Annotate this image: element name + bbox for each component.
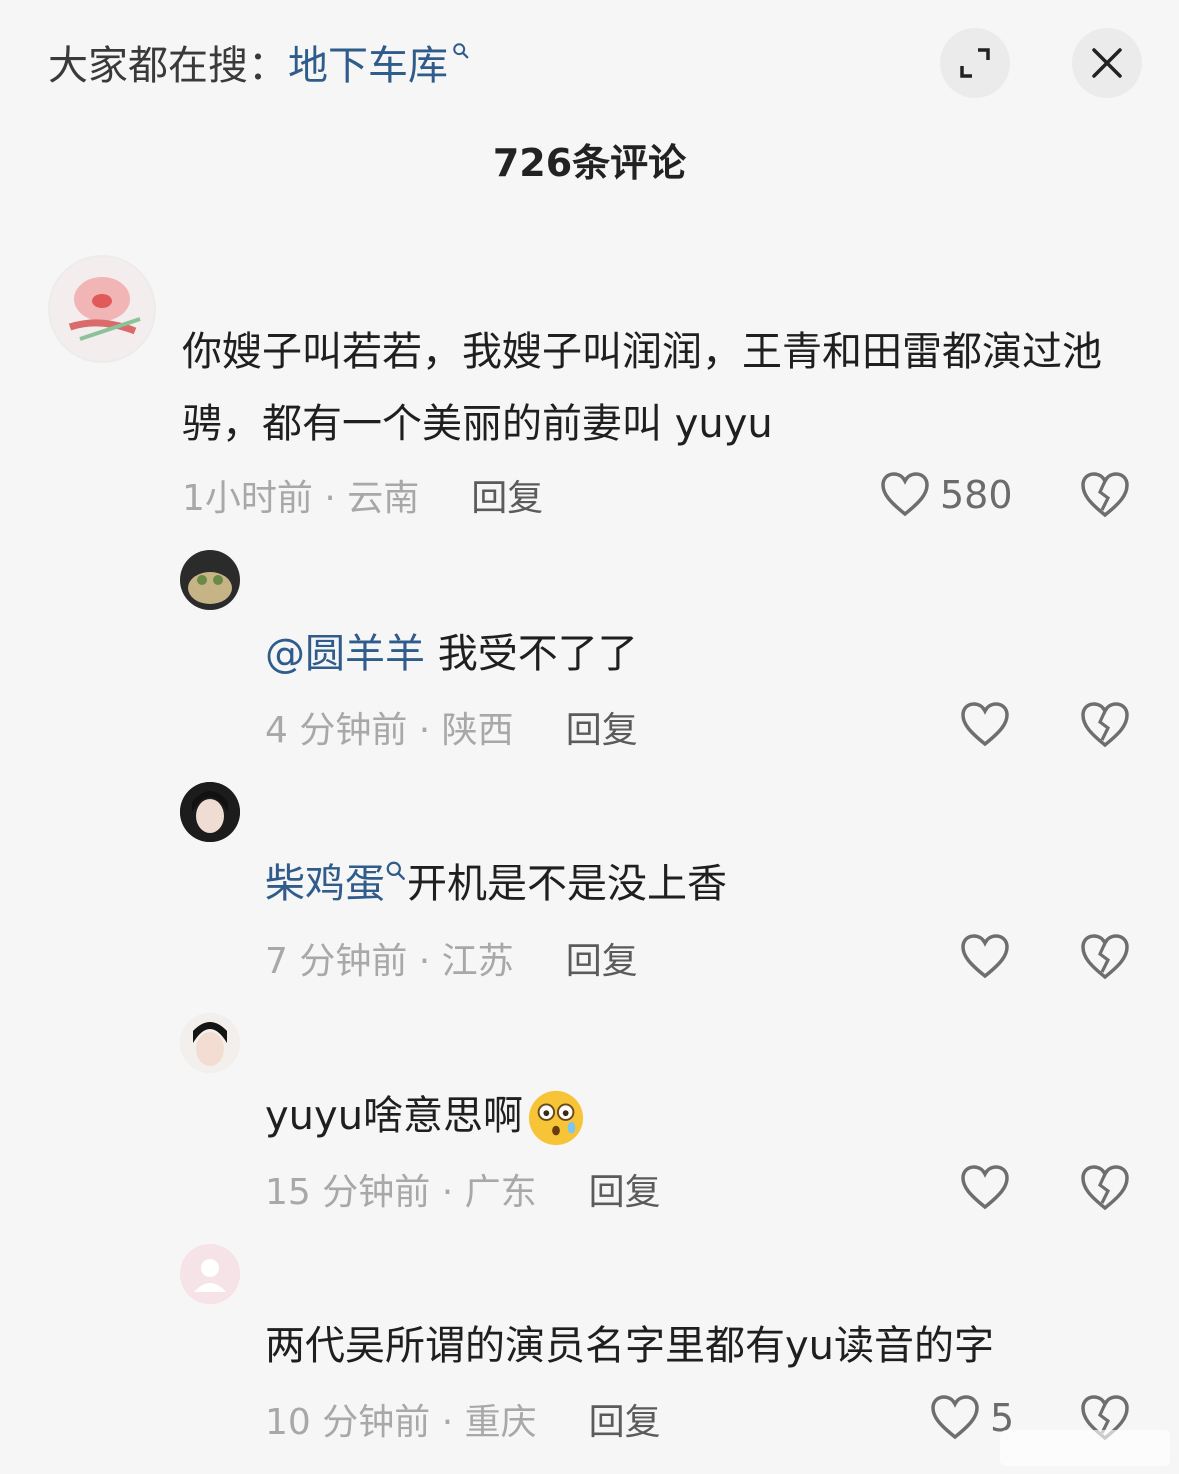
reply-body: yuyu啥意思啊 (265, 1093, 524, 1139)
reply-text: 柴鸡蛋 开机是不是没上香 (265, 848, 727, 920)
avatar-image (68, 277, 141, 341)
trending-search-bar[interactable]: 大家都在搜： 地下车库 (48, 32, 470, 92)
heart-icon (961, 934, 1009, 979)
like-button[interactable] (960, 700, 1010, 750)
broken-heart-icon[interactable] (1080, 470, 1130, 520)
reply-button[interactable]: 回复 (589, 1393, 661, 1445)
expand-button[interactable] (940, 28, 1010, 98)
comment-count-title: 726条评论 (492, 141, 687, 185)
avatar-image (180, 550, 240, 610)
search-icon (386, 861, 405, 880)
trending-search-term[interactable]: 地下车库 (288, 33, 448, 91)
comment-meta: 10 分钟前 · 重庆 回复 (265, 1394, 661, 1444)
reply-text: yuyu啥意思啊 (265, 1080, 585, 1152)
reply-button[interactable]: 回复 (566, 932, 638, 984)
comments-panel: 大家都在搜： 地下车库 726条评论 你嫂子叫若若，我嫂子叫润润，王青和田雷都演… (0, 0, 1179, 1474)
comment-time-location: 4 分钟前 · 陕西 (265, 710, 514, 751)
username-link[interactable]: 柴鸡蛋 (265, 861, 385, 907)
close-icon (1092, 48, 1122, 78)
avatar[interactable] (180, 782, 240, 842)
like-button[interactable] (960, 932, 1010, 982)
comment-meta: 7 分钟前 · 江苏 回复 (265, 933, 638, 983)
comment-text: 你嫂子叫若若，我嫂子叫润润，王青和田雷都演过池骋，都有一个美丽的前妻叫 yuyu (182, 329, 1102, 447)
broken-heart-icon[interactable] (1080, 700, 1130, 750)
user-mention[interactable]: @圆羊羊 (265, 631, 425, 677)
reply-body: 我受不了了 (425, 631, 638, 677)
avatar[interactable] (180, 1244, 240, 1304)
reply-body: 两代吴所谓的演员名字里都有yu读音的字 (265, 1323, 995, 1369)
flushed-face-emoji (528, 1090, 584, 1146)
broken-heart-icon[interactable] (1080, 932, 1130, 982)
like-button[interactable]: 580 (880, 470, 1013, 520)
avatar[interactable] (180, 550, 240, 610)
comment-meta: 15 分钟前 · 广东 回复 (265, 1164, 661, 1214)
comment-meta: 1小时前 · 云南 回复 (182, 470, 543, 520)
reply-button[interactable]: 回复 (566, 701, 638, 753)
comment-meta: 4 分钟前 · 陕西 回复 (265, 702, 638, 752)
expand-icon (960, 48, 990, 78)
comment-time-location: 10 分钟前 · 重庆 (265, 1402, 537, 1443)
heart-icon (961, 702, 1009, 747)
heart-icon (931, 1395, 979, 1440)
reply-text: 两代吴所谓的演员名字里都有yu读音的字 (265, 1310, 994, 1382)
avatar-image (180, 782, 240, 842)
avatar[interactable] (180, 1013, 240, 1073)
trending-search-prefix: 大家都在搜： (48, 43, 288, 89)
search-icon (453, 43, 469, 59)
comment-time-location: 15 分钟前 · 广东 (265, 1172, 537, 1213)
like-count: 580 (940, 473, 1013, 517)
reply-body: 开机是不是没上香 (407, 861, 727, 907)
broken-heart-icon[interactable] (1080, 1163, 1130, 1213)
like-button[interactable] (960, 1163, 1010, 1213)
comment-time-location: 7 分钟前 · 江苏 (265, 941, 514, 982)
avatar-image (180, 1013, 240, 1073)
comment-time-location: 1小时前 · 云南 (182, 478, 420, 519)
default-avatar-icon (180, 1244, 240, 1304)
avatar[interactable] (48, 255, 156, 363)
close-button[interactable] (1072, 28, 1142, 98)
watermark-overlay (1000, 1430, 1170, 1466)
reply-button[interactable]: 回复 (471, 469, 543, 521)
reply-button[interactable]: 回复 (589, 1163, 661, 1215)
heart-icon (881, 472, 929, 517)
heart-icon (961, 1165, 1009, 1210)
reply-text: @圆羊羊 我受不了了 (265, 618, 638, 690)
